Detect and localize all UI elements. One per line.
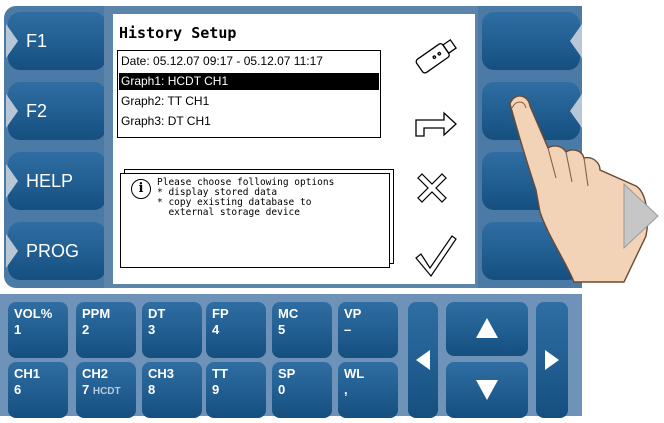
key-vol-1[interactable]: VOL% 1 <box>8 302 68 358</box>
prog-label: PROG <box>26 240 80 261</box>
screen-title: History Setup <box>119 24 237 42</box>
key-label-bottom: 6 <box>14 382 22 397</box>
graph1-line-selected[interactable]: Graph1: HCDT CH1 <box>119 73 379 90</box>
key-mc-5[interactable]: MC 5 <box>272 302 332 358</box>
key-label-bottom: 1 <box>14 322 22 337</box>
key-label-top: PPM <box>82 306 111 321</box>
key-label-bottom: 9 <box>212 382 220 397</box>
softkey-notch <box>6 94 18 128</box>
key-label-top: CH2 <box>82 366 109 381</box>
key-label-top: SP <box>278 366 296 381</box>
info-message-text: Please choose following options * displa… <box>157 177 335 218</box>
key-label-top: VOL% <box>14 306 53 321</box>
date-range-line[interactable]: Date: 05.12.07 09:17 - 05.12.07 11:17 <box>121 53 323 70</box>
cross-icon[interactable] <box>412 170 452 210</box>
key-label-bottom: , <box>344 382 348 397</box>
left-arrow-key[interactable] <box>408 302 438 418</box>
key-ppm-2[interactable]: PPM 2 <box>76 302 136 358</box>
key-label-bottom: 2 <box>82 322 90 337</box>
key-label-top: CH1 <box>14 366 41 381</box>
key-label-bottom: 8 <box>148 382 156 397</box>
f1-softkey[interactable]: F1 <box>6 12 106 70</box>
softkey-notch <box>6 164 18 198</box>
key-ch1-6[interactable]: CH1 6 <box>8 362 68 418</box>
usb-stick-icon[interactable] <box>410 36 462 76</box>
key-label-top: TT <box>212 366 228 381</box>
key-ch2-7[interactable]: CH2 7 HCDT <box>76 362 136 418</box>
key-label-top: VP <box>344 306 362 321</box>
key-label-bottom: 3 <box>148 322 156 337</box>
key-wl-comma[interactable]: WL, <box>338 362 398 418</box>
softkey-notch <box>6 234 18 268</box>
left-arrow-icon <box>416 350 430 370</box>
right-arrow-key[interactable] <box>536 302 568 418</box>
up-arrow-key[interactable] <box>446 302 528 356</box>
up-arrow-icon <box>476 318 498 338</box>
key-label-bottom: – <box>344 322 352 337</box>
prog-softkey[interactable]: PROG <box>6 222 106 280</box>
f2-label: F2 <box>26 100 48 121</box>
key-tt-9[interactable]: TT 9 <box>206 362 266 418</box>
right-softkey-1[interactable] <box>482 12 582 70</box>
help-label: HELP <box>26 170 74 191</box>
key-label-bottom: 5 <box>278 322 286 337</box>
softkey-notch <box>6 24 18 58</box>
key-label-top: DT <box>148 306 166 321</box>
key-ch3-8[interactable]: CH3 8 <box>142 362 202 418</box>
info-icon: i <box>131 179 151 199</box>
checkmark-icon[interactable] <box>412 232 458 278</box>
f2-softkey[interactable]: F2 <box>6 82 106 140</box>
softkey-notch <box>570 24 582 58</box>
key-vp-minus[interactable]: VP – <box>338 302 398 358</box>
key-label-extra: HCDT <box>92 386 121 397</box>
key-label-top: WL <box>344 366 365 381</box>
graph2-line[interactable]: Graph2: TT CH1 <box>121 93 209 110</box>
key-fp-4[interactable]: FP 4 <box>206 302 266 358</box>
key-label-bottom: 0 <box>278 382 286 397</box>
graph3-line[interactable]: Graph3: DT CH1 <box>121 113 211 130</box>
key-label-bottom: 4 <box>212 322 220 337</box>
key-sp-0[interactable]: SP 0 <box>272 362 332 418</box>
key-dt-3[interactable]: DT 3 <box>142 302 202 358</box>
return-arrow-icon[interactable] <box>412 110 460 138</box>
down-arrow-key[interactable] <box>446 362 528 418</box>
key-label-bottom: 7 <box>82 382 90 397</box>
next-page-arrow-icon[interactable] <box>622 178 664 254</box>
history-options-list[interactable]: Date: 05.12.07 09:17 - 05.12.07 11:17 Gr… <box>117 50 381 138</box>
right-arrow-icon <box>545 350 559 370</box>
f1-label: F1 <box>26 30 48 51</box>
key-label-top: MC <box>278 306 299 321</box>
down-arrow-icon <box>476 380 498 400</box>
key-label-top: CH3 <box>148 366 175 381</box>
keypad: VOL% 1 PPM 2 DT 3 FP 4 MC 5 VP – CH1 6 CH2 7 HCD… <box>0 288 664 418</box>
key-label-top: FP <box>212 306 229 321</box>
help-softkey[interactable]: HELP <box>6 152 106 210</box>
info-message-box: i Please choose following options * disp… <box>120 173 390 268</box>
